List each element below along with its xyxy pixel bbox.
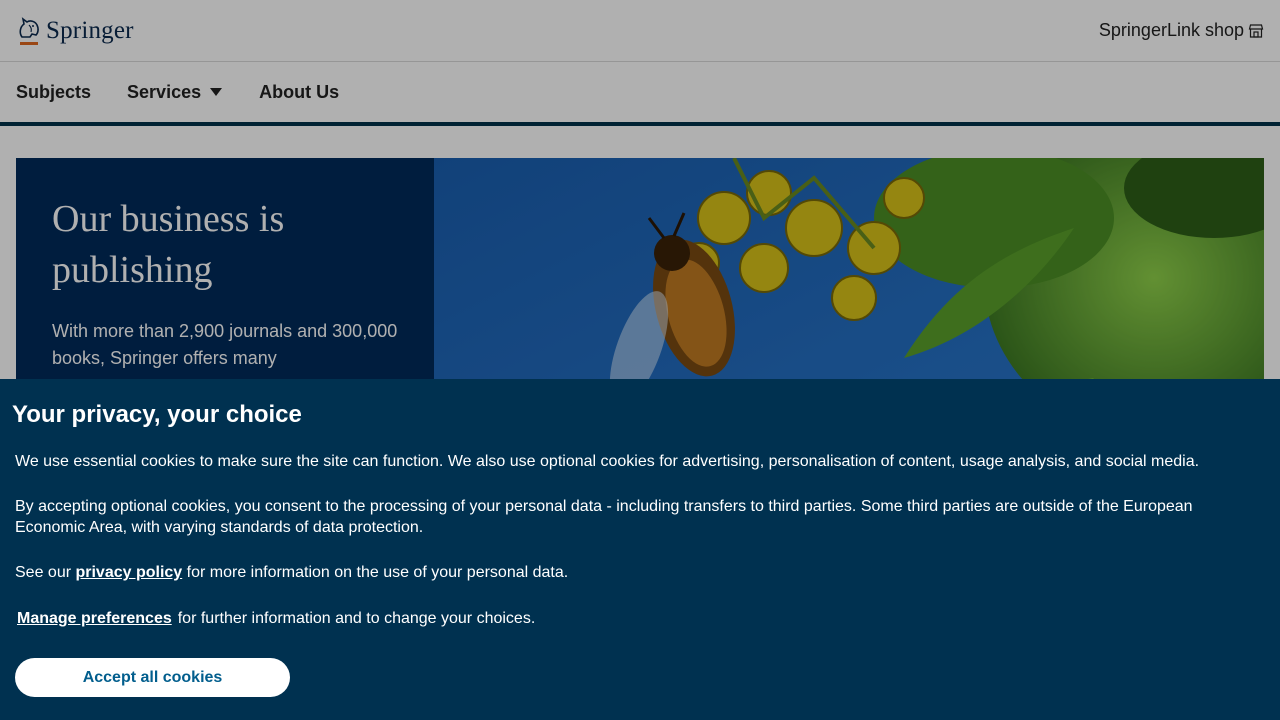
cookie-banner-title: Your privacy, your choice (12, 401, 302, 428)
nav-item-label: Services (127, 81, 202, 102)
cookie-paragraph-consent: By accepting optional cookies, you conse… (15, 498, 1193, 536)
caret-down-icon (210, 88, 223, 96)
cookie-paragraph-essential: We use essential cookies to make sure th… (15, 453, 1200, 470)
nav-item-label: Subjects (16, 81, 92, 102)
nav-item-subjects[interactable]: Subjects (16, 82, 91, 103)
privacy-text-after: for more information on the use of your … (182, 564, 569, 581)
privacy-text-before: See our (15, 564, 76, 581)
nav-item-label: About Us (259, 81, 340, 102)
storefront-icon (1248, 23, 1264, 38)
manage-preferences-button[interactable]: Manage preferences (17, 608, 172, 629)
springer-horse-icon (19, 16, 39, 45)
cookie-paragraph-privacy: See our privacy policy for more informat… (15, 562, 1255, 583)
shop-link-label: SpringerLink shop (1098, 20, 1244, 40)
main-nav: Subjects Services About Us (0, 62, 1280, 122)
springer-logo[interactable]: Springer (16, 15, 134, 47)
accept-all-cookies-button[interactable]: Accept all cookies (15, 658, 290, 697)
nav-item-about-us[interactable]: About Us (259, 82, 339, 103)
nav-item-services[interactable]: Services (127, 82, 223, 103)
preferences-text-after: for further information and to change yo… (177, 610, 536, 627)
privacy-policy-link[interactable]: privacy policy (75, 564, 182, 581)
cookie-paragraph-preferences: Manage preferences for further informatio… (15, 608, 1255, 629)
cookie-consent-banner: Your privacy, your choice We use essenti… (0, 379, 1280, 720)
springerlink-shop-link[interactable]: SpringerLink shop (1099, 20, 1264, 41)
site-header: Springer SpringerLink shop (0, 0, 1280, 62)
hero-title: Our business is publishing (52, 198, 285, 291)
nav-divider (0, 122, 1280, 126)
brand-name: Springer (46, 16, 134, 44)
hero-description: With more than 2,900 journals and 300,00… (52, 321, 398, 368)
